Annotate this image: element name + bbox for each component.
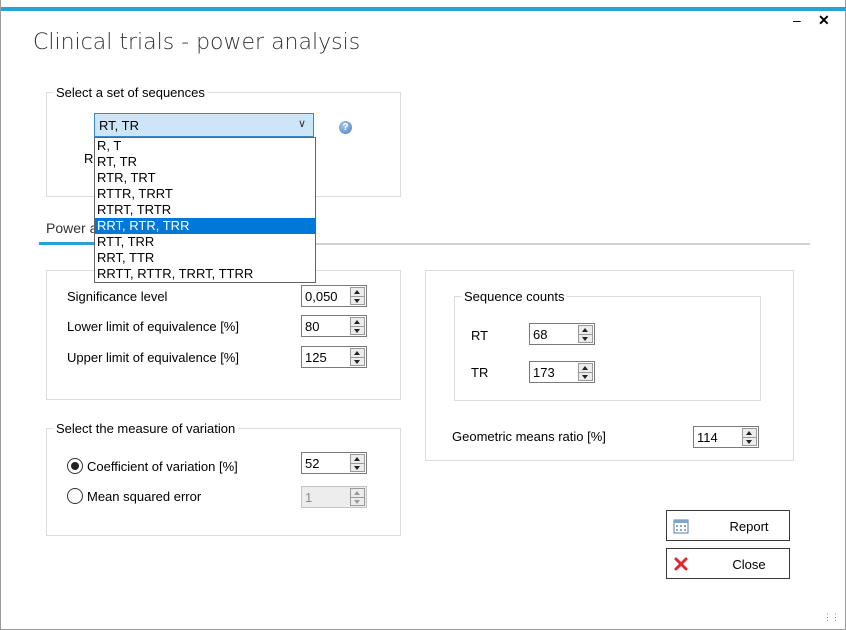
lower-limit-label: Lower limit of equivalence [%] [67, 319, 239, 334]
variation-group: Select the measure of variation [46, 421, 401, 536]
calendar-icon [673, 519, 689, 534]
cv-stepper[interactable]: 52 [301, 452, 367, 474]
dropdown-option[interactable]: RTR, TRT [95, 170, 315, 186]
close-label: Close [732, 557, 766, 572]
sequence-set-combobox[interactable]: RT, TR ∨ [94, 113, 314, 137]
significance-value: 0,050 [305, 289, 338, 304]
dropdown-option[interactable]: RRT, TTR [95, 250, 315, 266]
sequence-set-value: RT, TR [99, 118, 139, 133]
stepper-down-icon[interactable] [742, 437, 757, 446]
stepper-up-icon[interactable] [350, 317, 365, 327]
stepper-up-icon[interactable] [350, 348, 365, 358]
report-button[interactable]: Report [666, 510, 790, 541]
lower-limit-stepper[interactable]: 80 [301, 315, 367, 337]
dropdown-option-highlighted[interactable]: RRT, RTR, TRR [95, 218, 315, 234]
upper-limit-label: Upper limit of equivalence [%] [67, 350, 239, 365]
red-x-icon [674, 557, 688, 571]
title-accent-bar [1, 7, 846, 11]
cv-value: 52 [305, 456, 320, 471]
window-title: Clinical trials - power analysis [33, 30, 361, 55]
count-label-tr: TR [471, 365, 489, 380]
significance-stepper[interactable]: 0,050 [301, 285, 367, 307]
stepper-up-icon[interactable] [350, 454, 365, 464]
stepper-down-icon[interactable] [350, 326, 365, 335]
question-icon[interactable]: ? [339, 121, 352, 134]
mse-stepper: 1 [301, 486, 367, 508]
minimize-button[interactable]: – [793, 12, 801, 28]
count-label-rt: RT [471, 328, 489, 343]
upper-limit-value: 125 [305, 350, 327, 365]
dropdown-option[interactable]: RTT, TRR [95, 234, 315, 250]
mse-label: Mean squared error [87, 489, 202, 504]
resize-grip-icon[interactable]: ⋮⋮ [823, 612, 840, 623]
stepper-up-icon[interactable] [578, 325, 593, 335]
sequence-counts-group: Sequence counts [454, 289, 761, 401]
stepper-up-icon [350, 488, 365, 498]
count-stepper-tr[interactable]: 173 [529, 361, 595, 383]
sequence-counts-legend: Sequence counts [464, 289, 565, 304]
cv-radio[interactable] [67, 458, 83, 474]
dropdown-option[interactable]: R, T [95, 138, 315, 154]
count-value-rt: 68 [533, 327, 548, 342]
dialog-window: Clinical trials - power analysis – ✕ Sel… [0, 0, 846, 630]
tab-power-analysis[interactable]: Power a [46, 220, 97, 236]
obscured-label: R [84, 151, 94, 166]
dropdown-option[interactable]: RTTR, TRRT [95, 186, 315, 202]
active-tab-indicator [39, 242, 99, 245]
stepper-up-icon[interactable] [578, 363, 593, 373]
sequence-set-legend: Select a set of sequences [56, 85, 205, 100]
dropdown-option[interactable]: RTRT, TRTR [95, 202, 315, 218]
stepper-up-icon[interactable] [350, 287, 365, 297]
variation-legend: Select the measure of variation [56, 421, 236, 436]
gmr-stepper[interactable]: 114 [693, 426, 759, 448]
close-button[interactable]: Close [666, 548, 790, 579]
stepper-down-icon[interactable] [350, 463, 365, 472]
stepper-up-icon[interactable] [742, 428, 757, 438]
gmr-label: Geometric means ratio [%] [452, 429, 606, 444]
chevron-down-icon: ∨ [297, 118, 306, 130]
lower-limit-value: 80 [305, 319, 320, 334]
stepper-down-icon[interactable] [578, 372, 593, 381]
mse-radio[interactable] [67, 488, 83, 504]
stepper-down-icon[interactable] [350, 296, 365, 305]
count-stepper-rt[interactable]: 68 [529, 323, 595, 345]
stepper-down-icon[interactable] [578, 334, 593, 343]
dropdown-option[interactable]: RRTT, RTTR, TRRT, TTRR [95, 266, 315, 282]
gmr-value: 114 [697, 430, 718, 445]
upper-limit-stepper[interactable]: 125 [301, 346, 367, 368]
count-value-tr: 173 [533, 365, 555, 380]
significance-label: Significance level [67, 289, 168, 304]
cv-label: Coefficient of variation [%] [87, 459, 238, 474]
stepper-down-icon [350, 497, 365, 506]
report-label: Report [729, 519, 769, 534]
mse-value: 1 [305, 490, 313, 505]
dropdown-option[interactable]: RT, TR [95, 154, 315, 170]
sequence-set-dropdown-list[interactable]: R, T RT, TR RTR, TRT RTTR, TRRT RTRT, TR… [94, 137, 316, 283]
close-window-icon[interactable]: ✕ [818, 12, 830, 29]
stepper-down-icon[interactable] [350, 357, 365, 366]
